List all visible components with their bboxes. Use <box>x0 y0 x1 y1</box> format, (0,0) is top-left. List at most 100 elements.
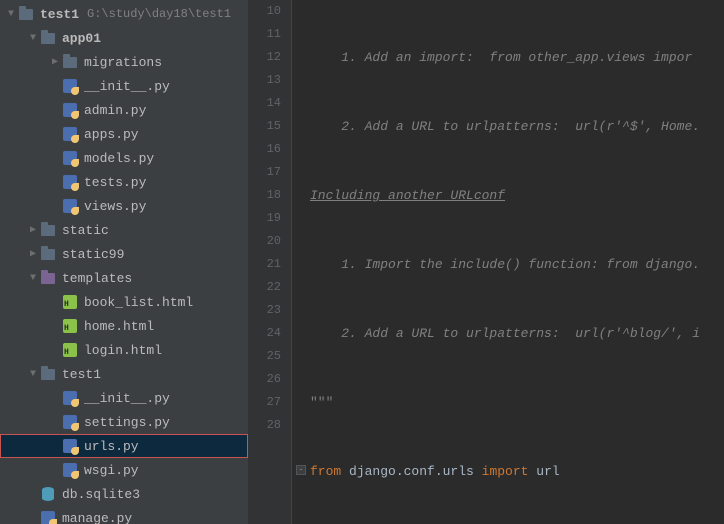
chevron-down-icon[interactable]: ▼ <box>26 33 40 44</box>
python-file-icon <box>62 390 78 406</box>
tree-item-manage-py[interactable]: manage.py <box>0 506 248 524</box>
html-file-icon: H <box>62 342 78 358</box>
tree-item-settings-py[interactable]: settings.py <box>0 410 248 434</box>
tree-item-label: apps.py <box>84 127 139 142</box>
code-line: """ <box>310 391 724 414</box>
python-file-icon <box>62 198 78 214</box>
line-number-gutter: 10111213141516171819202122232425262728 <box>248 0 292 524</box>
tree-item-label: login.html <box>84 343 162 358</box>
python-file-icon <box>62 414 78 430</box>
tree-item-app01[interactable]: ▼ app01 <box>0 26 248 50</box>
tree-item-label: settings.py <box>84 415 170 430</box>
tree-item-label: templates <box>62 271 132 286</box>
code-line: -from django.conf.urls import url <box>310 460 724 483</box>
tree-item-templates[interactable]: ▼ templates <box>0 266 248 290</box>
database-icon <box>40 486 56 502</box>
folder-icon <box>18 6 34 22</box>
html-file-icon: H <box>62 318 78 334</box>
fold-icon[interactable]: - <box>296 465 306 475</box>
tree-item-label: migrations <box>84 55 162 70</box>
tree-item-urls-py[interactable]: urls.py <box>0 434 248 458</box>
code-line: 1. Add an import: from other_app.views i… <box>310 46 724 69</box>
tree-item-test1[interactable]: ▼ test1 <box>0 362 248 386</box>
line-number: 27 <box>248 391 281 414</box>
html-file-icon: H <box>62 294 78 310</box>
folder-icon <box>40 246 56 262</box>
tree-item-label: wsgi.py <box>84 463 139 478</box>
tree-item-label: models.py <box>84 151 154 166</box>
python-file-icon <box>62 438 78 454</box>
tree-item-tests-py[interactable]: tests.py <box>0 170 248 194</box>
tree-item-static99[interactable]: ▶ static99 <box>0 242 248 266</box>
code-line: 2. Add a URL to urlpatterns: url(r'^$', … <box>310 115 724 138</box>
line-number: 13 <box>248 69 281 92</box>
chevron-down-icon: ▼ <box>4 9 18 20</box>
tree-item-models-py[interactable]: models.py <box>0 146 248 170</box>
line-number: 21 <box>248 253 281 276</box>
tree-item-label: __init__.py <box>84 79 170 94</box>
chevron-right-icon[interactable]: ▶ <box>26 248 40 260</box>
python-file-icon <box>62 174 78 190</box>
tree-item-label: admin.py <box>84 103 146 118</box>
tree-item-login-html[interactable]: Hlogin.html <box>0 338 248 362</box>
tree-item-admin-py[interactable]: admin.py <box>0 98 248 122</box>
tree-item-label: test1 <box>62 367 101 382</box>
tree-item-label: views.py <box>84 199 146 214</box>
chevron-right-icon[interactable]: ▶ <box>48 56 62 68</box>
project-tree[interactable]: ▼ test1 G:\study\day18\test1 ▼app01▶migr… <box>0 0 248 524</box>
line-number: 24 <box>248 322 281 345</box>
tree-item-label: home.html <box>84 319 154 334</box>
tree-item-label: __init__.py <box>84 391 170 406</box>
chevron-right-icon[interactable]: ▶ <box>26 224 40 236</box>
tree-item--init-py[interactable]: __init__.py <box>0 386 248 410</box>
folder-icon <box>62 54 78 70</box>
python-file-icon <box>40 510 56 524</box>
tree-root[interactable]: ▼ test1 G:\study\day18\test1 <box>0 2 248 26</box>
chevron-down-icon[interactable]: ▼ <box>26 273 40 284</box>
line-number: 19 <box>248 207 281 230</box>
chevron-down-icon[interactable]: ▼ <box>26 369 40 380</box>
tree-item-apps-py[interactable]: apps.py <box>0 122 248 146</box>
line-number: 15 <box>248 115 281 138</box>
line-number: 18 <box>248 184 281 207</box>
tree-item-static[interactable]: ▶ static <box>0 218 248 242</box>
python-file-icon <box>62 126 78 142</box>
folder-icon <box>40 30 56 46</box>
line-number: 17 <box>248 161 281 184</box>
tree-item-label: app01 <box>62 31 101 46</box>
line-number: 25 <box>248 345 281 368</box>
code-area[interactable]: 1. Add an import: from other_app.views i… <box>292 0 724 524</box>
python-file-icon <box>62 102 78 118</box>
tree-item-label: static99 <box>62 247 124 262</box>
code-line: 1. Import the include() function: from d… <box>310 253 724 276</box>
code-editor[interactable]: 10111213141516171819202122232425262728 1… <box>248 0 724 524</box>
tree-item-book-list-html[interactable]: Hbook_list.html <box>0 290 248 314</box>
line-number: 12 <box>248 46 281 69</box>
line-number: 16 <box>248 138 281 161</box>
tree-root-path: G:\study\day18\test1 <box>87 7 231 21</box>
tree-item-wsgi-py[interactable]: wsgi.py <box>0 458 248 482</box>
tree-item-views-py[interactable]: views.py <box>0 194 248 218</box>
tree-item-db-sqlite3[interactable]: db.sqlite3 <box>0 482 248 506</box>
tree-item-migrations[interactable]: ▶ migrations <box>0 50 248 74</box>
tree-item-label: static <box>62 223 109 238</box>
line-number: 11 <box>248 23 281 46</box>
tree-item-label: tests.py <box>84 175 146 190</box>
tree-item-home-html[interactable]: Hhome.html <box>0 314 248 338</box>
folder-icon <box>40 270 56 286</box>
line-number: 10 <box>248 0 281 23</box>
line-number: 23 <box>248 299 281 322</box>
tree-item-label: db.sqlite3 <box>62 487 140 502</box>
tree-item--init-py[interactable]: __init__.py <box>0 74 248 98</box>
folder-icon <box>40 366 56 382</box>
line-number: 20 <box>248 230 281 253</box>
python-file-icon <box>62 78 78 94</box>
folder-icon <box>40 222 56 238</box>
tree-item-label: manage.py <box>62 511 132 524</box>
line-number: 14 <box>248 92 281 115</box>
python-file-icon <box>62 462 78 478</box>
tree-item-label: book_list.html <box>84 295 193 310</box>
tree-root-label: test1 <box>40 7 79 22</box>
line-number: 22 <box>248 276 281 299</box>
python-file-icon <box>62 150 78 166</box>
